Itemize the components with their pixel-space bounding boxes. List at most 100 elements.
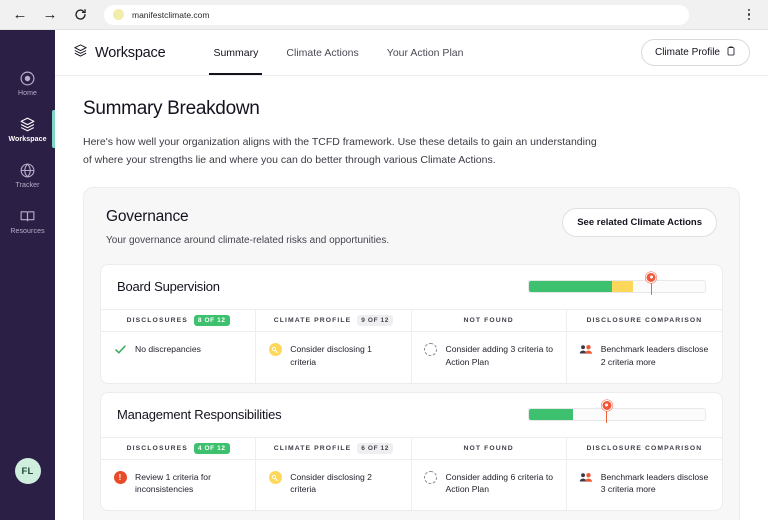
- sidebar-label-resources: Resources: [10, 228, 45, 235]
- column-header: DISCLOSURES 8 OF 12: [101, 309, 257, 331]
- yellow-key-icon: [268, 343, 282, 357]
- progress-track: [528, 408, 706, 422]
- dashed-circle-icon: [424, 471, 438, 485]
- benchmark-marker[interactable]: [601, 399, 613, 423]
- table-cell: Consider adding 3 criteria to Action Pla…: [412, 331, 567, 383]
- cell-text: Consider disclosing 1 criteria: [290, 343, 372, 367]
- cell-text: Benchmark leaders disclose 3 criteria mo…: [600, 471, 709, 495]
- cell-text: Review 1 criteria for inconsistencies: [135, 471, 211, 495]
- tab-summary-label: Summary: [213, 46, 259, 59]
- column-count-badge: 6 OF 12: [357, 442, 393, 454]
- subsection-title: Management Responsibilities: [117, 407, 282, 423]
- page-title: Summary Breakdown: [83, 98, 260, 119]
- browser-toolbar: ← → manifestclimate.com: [0, 0, 768, 30]
- column-header: CLIMATE PROFILE 6 OF 12: [256, 437, 412, 459]
- home-circle-icon: [19, 69, 37, 87]
- main-content: Workspace Summary Climate Actions Your A…: [55, 30, 768, 520]
- benchmark-people-icon: [579, 471, 593, 485]
- column-header-label: CLIMATE PROFILE: [273, 316, 352, 324]
- subsection-header: Management Responsibilities: [101, 393, 722, 437]
- reload-icon[interactable]: [70, 5, 90, 25]
- red-alert-icon: !: [113, 471, 127, 485]
- table-row: ! Review 1 criteria for inconsistencies Co…: [101, 459, 722, 511]
- workspace-brand[interactable]: Workspace: [73, 43, 166, 63]
- column-header-row: DISCLOSURES 4 OF 12 CLIMATE PROFILE 6 OF 12…: [101, 436, 722, 460]
- progress-segment-yellow: [611, 281, 633, 293]
- page-description: Here's how well your organization aligns…: [83, 136, 597, 167]
- sidebar-label-tracker: Tracker: [15, 182, 40, 189]
- page-body: Summary Breakdown Here's how well your o…: [55, 76, 768, 520]
- see-related-climate-actions-button[interactable]: See related Climate Actions: [562, 207, 717, 237]
- tab-your-action-plan-label: Your Action Plan: [386, 46, 464, 59]
- tab-climate-actions[interactable]: Climate Actions: [272, 30, 372, 75]
- column-count-badge: 8 OF 12: [193, 314, 230, 326]
- cell-text: Consider adding 6 criteria to Action Pla…: [445, 471, 553, 495]
- sidebar-item-tracker[interactable]: Tracker: [0, 152, 55, 198]
- layers-icon: [73, 43, 88, 63]
- column-header-label: NOT FOUND: [463, 444, 514, 452]
- nav-tabs: Summary Climate Actions Your Action Plan: [199, 30, 477, 75]
- app-viewport: Home Workspace Tracker Resources FL Work…: [0, 30, 768, 520]
- progress-bar[interactable]: [528, 399, 706, 424]
- section-header: Governance Your governance around climat…: [100, 204, 723, 256]
- layers-icon: [19, 115, 37, 133]
- governance-section: Governance Your governance around climat…: [83, 186, 740, 520]
- column-header: DISCLOSURE COMPARISON: [567, 438, 722, 459]
- benchmark-people-icon: [579, 343, 593, 357]
- climate-profile-label: Climate Profile: [654, 47, 720, 58]
- url-text: manifestclimate.com: [132, 9, 210, 20]
- brand-title: Workspace: [95, 44, 166, 61]
- subsection-header: Board Supervision: [101, 265, 722, 309]
- back-arrow-icon[interactable]: ←: [10, 5, 30, 25]
- progress-bar[interactable]: [528, 271, 706, 296]
- clipboard-icon: [726, 46, 736, 59]
- sidebar-item-workspace[interactable]: Workspace: [0, 106, 55, 152]
- column-header-label: DISCLOSURES: [126, 316, 188, 324]
- table-cell: Consider disclosing 2 criteria: [256, 459, 412, 511]
- column-count-badge: 4 OF 12: [193, 442, 230, 454]
- cell-text: No discrepancies: [135, 343, 201, 354]
- subsection-card: Management Responsibilities DISCLOSURES 4 …: [100, 391, 723, 512]
- tab-summary[interactable]: Summary: [199, 30, 272, 75]
- sidebar-label-home: Home: [17, 90, 38, 97]
- benchmark-marker-dot: [645, 271, 657, 283]
- column-header: DISCLOSURES 4 OF 12: [101, 437, 257, 459]
- subsection-card: Board Supervision DISCLOSURES 8 OF 12 CLIMA…: [100, 263, 723, 384]
- climate-profile-button[interactable]: Climate Profile: [640, 39, 750, 66]
- sidebar-label-workspace: Workspace: [8, 136, 47, 143]
- table-cell: Consider disclosing 1 criteria: [256, 331, 412, 383]
- avatar[interactable]: FL: [14, 458, 41, 484]
- tab-climate-actions-label: Climate Actions: [286, 46, 359, 59]
- site-favicon-icon: [113, 9, 124, 20]
- sidebar-item-home[interactable]: Home: [0, 60, 55, 106]
- dashed-circle-icon: [424, 343, 438, 357]
- forward-arrow-icon[interactable]: →: [40, 5, 60, 25]
- tab-your-action-plan[interactable]: Your Action Plan: [373, 30, 478, 75]
- yellow-key-icon: [268, 471, 282, 485]
- progress-track: [528, 280, 706, 294]
- sidebar: Home Workspace Tracker Resources FL: [0, 30, 55, 520]
- table-row: No discrepancies Consider disclosing 1 cr…: [101, 331, 722, 383]
- kebab-menu-icon[interactable]: [740, 5, 758, 25]
- section-subtitle: Your governance around climate-related r…: [106, 234, 390, 246]
- column-header-label: NOT FOUND: [463, 316, 514, 324]
- column-header-label: DISCLOSURE COMPARISON: [586, 316, 703, 324]
- column-header: DISCLOSURE COMPARISON: [567, 310, 722, 331]
- cell-text: Consider adding 3 criteria to Action Pla…: [445, 343, 553, 367]
- column-header-row: DISCLOSURES 8 OF 12 CLIMATE PROFILE 9 OF 12…: [101, 308, 722, 332]
- subsection-list: Board Supervision DISCLOSURES 8 OF 12 CLIMA…: [100, 263, 723, 512]
- table-cell: Consider adding 6 criteria to Action Pla…: [412, 459, 567, 511]
- top-navigation: Workspace Summary Climate Actions Your A…: [55, 30, 768, 76]
- cell-text: Consider disclosing 2 criteria: [290, 471, 372, 495]
- address-bar[interactable]: manifestclimate.com: [104, 4, 689, 25]
- section-title: Governance: [106, 207, 189, 225]
- benchmark-marker-dot: [601, 399, 613, 411]
- sidebar-item-resources[interactable]: Resources: [0, 198, 55, 244]
- benchmark-marker[interactable]: [645, 271, 657, 295]
- table-cell: Benchmark leaders disclose 2 criteria mo…: [567, 332, 722, 383]
- column-header: CLIMATE PROFILE 9 OF 12: [256, 309, 412, 331]
- column-header: NOT FOUND: [412, 309, 567, 331]
- table-cell: Benchmark leaders disclose 3 criteria mo…: [567, 460, 722, 511]
- table-cell: ! Review 1 criteria for inconsistencies: [101, 459, 257, 511]
- column-header-label: DISCLOSURE COMPARISON: [586, 444, 703, 452]
